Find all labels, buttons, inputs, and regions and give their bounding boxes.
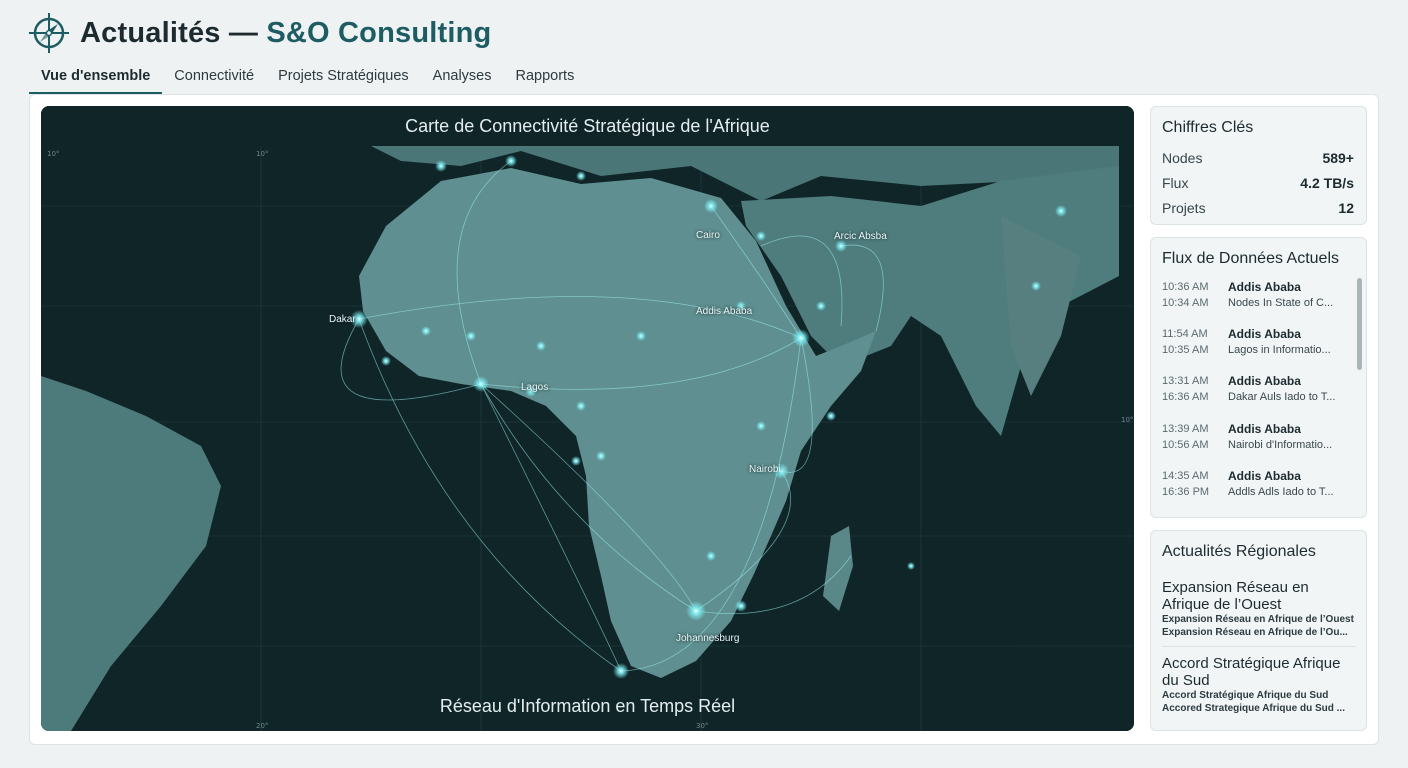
flux-time: 10:35 AM [1162, 344, 1209, 357]
stat-label: Flux [1162, 174, 1189, 191]
city-label-addis-ababa[interactable]: Addis Ababa [696, 306, 752, 317]
news-item[interactable]: Expansion Réseau en Afrique de l’Ouest E… [1162, 579, 1356, 647]
svg-text:20°: 20° [256, 722, 268, 730]
stat-value: 4.2 TB/s [1300, 174, 1354, 191]
city-label-dakar[interactable]: Dakar [329, 314, 356, 325]
regional-news-card: Actualités Régionales Expansion Réseau e… [1150, 530, 1367, 731]
flux-city: Addis Ababa [1228, 280, 1301, 294]
stat-value: 589+ [1322, 149, 1354, 166]
flux-desc: Lagos in Informatio... [1228, 344, 1331, 357]
map-graphic: 10° 10° 10° 20° 30° [41, 106, 1134, 731]
flux-desc: Nodes In State of C... [1228, 297, 1334, 309]
city-label-cairo[interactable]: Cairo [696, 230, 720, 241]
stat-row-flux: Flux 4.2 TB/s [1151, 170, 1366, 195]
stat-label: Nodes [1162, 149, 1203, 166]
flux-desc: Nairobi d'Informatio... [1228, 438, 1333, 451]
key-figures-title: Chiffres Clés [1162, 119, 1254, 136]
flux-time: 13:31 AM [1162, 375, 1209, 388]
flux-time: 10:34 AM [1162, 297, 1209, 309]
flux-city: Addis Ababa [1228, 374, 1301, 389]
main-tabs: Vue d'ensemble Connectivité Projets Stra… [29, 62, 586, 94]
flux-desc: Dakar Auls Iado to T... [1228, 391, 1336, 404]
flux-city: Addis Ababa [1228, 327, 1301, 342]
data-flux-card: Flux de Données Actuels 10:36 AM Addis Ab… [1150, 237, 1367, 518]
flux-city: Addis Ababa [1228, 468, 1301, 483]
city-label-nairobi[interactable]: Nairobi [749, 464, 781, 475]
brand-name: S&O Consulting [266, 16, 492, 49]
list-item[interactable]: 10:36 AM Addis Ababa 10:34 AM Nodes In Sta… [1151, 276, 1356, 323]
tab-rapports[interactable]: Rapports [504, 62, 587, 94]
news-line: Expansion Réseau en Afrique de l’Ouest [1162, 614, 1354, 625]
flux-time: 13:39 AM [1162, 422, 1209, 435]
stat-label: Projets [1162, 199, 1206, 216]
flux-time: 10:56 AM [1162, 438, 1209, 451]
flux-time: 10:36 AM [1162, 281, 1209, 293]
data-flux-list[interactable]: 10:36 AM Addis Ababa 10:34 AM Nodes In Sta… [1151, 276, 1356, 512]
page-title: Actualités — S&O Consulting [80, 17, 491, 50]
map-subtitle: Réseau d'Information en Temps Réel [439, 696, 736, 716]
svg-text:30°: 30° [696, 722, 708, 730]
regional-news-title: Actualités Régionales [1162, 543, 1316, 560]
news-headline[interactable]: Accord Stratégique Afrique du Sud [1162, 655, 1356, 689]
list-item[interactable]: 13:31 AM Addis Ababa 16:36 AM Dakar Auls I… [1151, 370, 1356, 417]
list-item[interactable]: 13:39 AM Addis Ababa 10:56 AM Nairobi d'In… [1151, 418, 1356, 465]
news-line: Accored Strategique Afrique du Sud ... [1162, 703, 1345, 714]
flux-scrollbar[interactable] [1357, 278, 1362, 370]
svg-text:10°: 10° [256, 150, 268, 158]
tab-vue-ensemble[interactable]: Vue d'ensemble [29, 62, 163, 94]
map-title: Carte de Connectivité Stratégique de l'A… [405, 116, 770, 136]
list-item[interactable]: 11:54 AM Addis Ababa 10:35 AM Lagos in Inf… [1151, 323, 1356, 370]
list-item[interactable]: 14:35 AM Addis Ababa 16:36 PM Addls Adls I… [1151, 465, 1356, 512]
page-title-main: Actualités — [80, 16, 267, 49]
tab-connectivite[interactable]: Connectivité [162, 62, 266, 94]
news-item[interactable]: Accord Stratégique Afrique du Sud Accord… [1162, 655, 1356, 722]
news-line: Expansion Réseau en Afrique de l’Ou... [1162, 627, 1348, 638]
stat-row-projets: Projets 12 [1151, 195, 1366, 220]
svg-text:10°: 10° [47, 150, 59, 158]
data-flux-title: Flux de Données Actuels [1162, 250, 1339, 267]
city-label-arabia[interactable]: Arcic Absba [834, 231, 887, 242]
stat-row-nodes: Nodes 589+ [1151, 145, 1366, 170]
flux-time: 16:36 PM [1162, 485, 1210, 498]
news-line: Accord Stratégique Afrique du Sud [1162, 690, 1329, 701]
key-figures-card: Chiffres Clés Nodes 589+ Flux 4.2 TB/s P… [1150, 106, 1367, 225]
tab-projets-strategiques[interactable]: Projets Stratégiques [266, 62, 421, 94]
city-label-johannesburg[interactable]: Johannesburg [676, 633, 739, 644]
city-label-lagos[interactable]: Lagos [521, 382, 548, 393]
africa-connectivity-map[interactable]: 10° 10° 10° 20° 30° Carte de Connectivit… [41, 106, 1134, 731]
flux-time: 11:54 AM [1162, 328, 1208, 341]
flux-city: Addis Ababa [1228, 421, 1301, 436]
stat-value: 12 [1338, 199, 1354, 216]
flux-desc: Addls Adls Iado to T... [1228, 485, 1334, 498]
flux-time: 16:36 AM [1162, 391, 1209, 404]
flux-time: 14:35 AM [1162, 469, 1209, 482]
compass-icon [29, 13, 69, 53]
app-header: Actualités — S&O Consulting [28, 10, 491, 56]
news-headline[interactable]: Expansion Réseau en Afrique de l’Ouest [1162, 579, 1356, 613]
svg-text:10°: 10° [1121, 416, 1133, 424]
tab-analyses[interactable]: Analyses [421, 62, 504, 94]
